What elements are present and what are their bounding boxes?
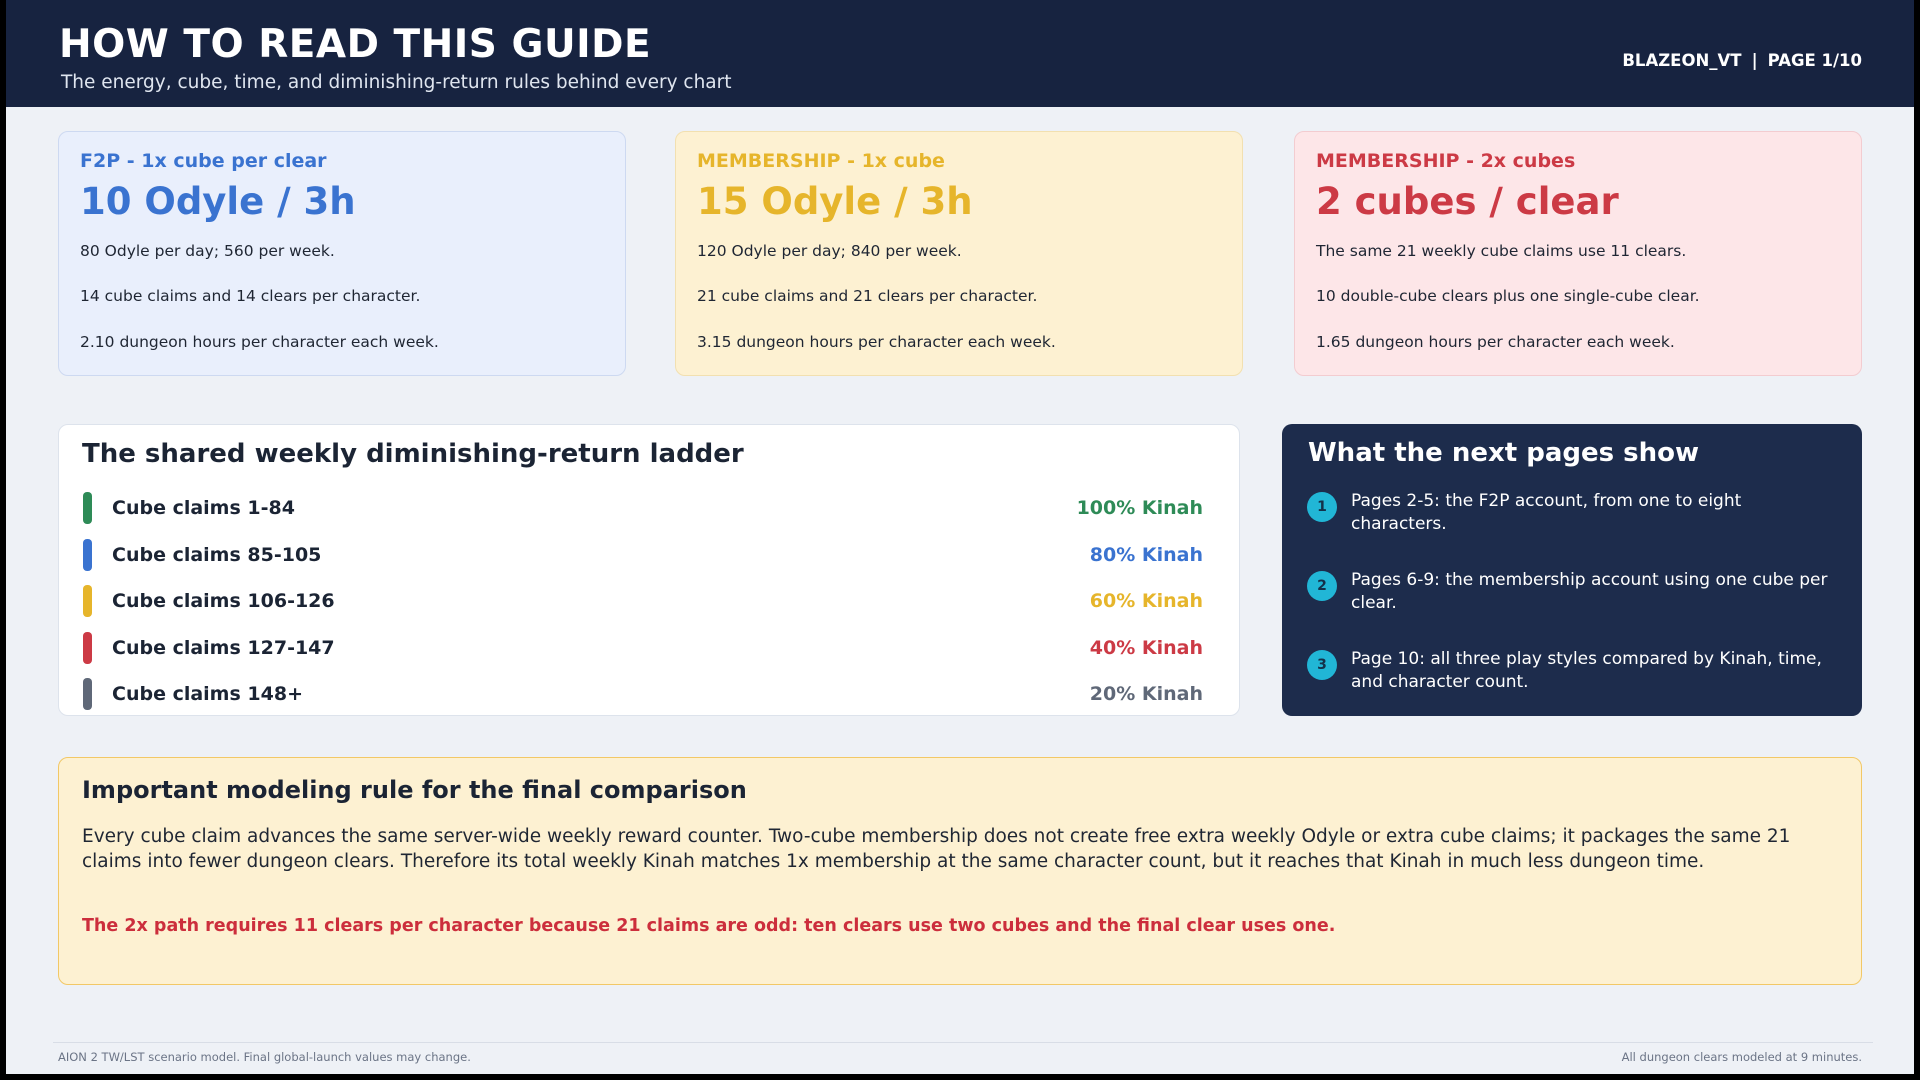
ladder-row: Cube claims 127-147 40% Kinah [83,631,1203,665]
header-meta: BLAZEON_VT | PAGE 1/10 [1622,51,1862,70]
card-kicker: MEMBERSHIP - 2x cubes [1316,150,1576,172]
ladder-row-percent: 40% Kinah [1089,637,1203,659]
card-line: The same 21 weekly cube claims use 11 cl… [1316,242,1687,260]
card-line: 21 cube claims and 21 clears per charact… [697,287,1038,305]
ladder-color-bar [83,632,92,664]
ladder-row-label: Cube claims 127-147 [112,637,335,659]
ladder-color-bar [83,678,92,710]
ladder-color-bar [83,585,92,617]
card-headline: 2 cubes / clear [1316,180,1619,223]
modeling-rule-warning: The 2x path requires 11 clears per chara… [82,916,1336,936]
page-title: HOW TO READ THIS GUIDE [59,22,652,67]
ladder-color-bar [83,539,92,571]
card-line: 14 cube claims and 14 clears per charact… [80,287,421,305]
step-number-badge: 1 [1307,492,1337,522]
card-headline: 15 Odyle / 3h [697,180,973,223]
footer-note: All dungeon clears modeled at 9 minutes. [1621,1050,1862,1064]
step-number-badge: 3 [1307,650,1337,680]
ladder-row-label: Cube claims 85-105 [112,544,322,566]
page-indicator: PAGE 1/10 [1767,51,1862,70]
footer-disclaimer: AION 2 TW/LST scenario model. Final glob… [58,1050,471,1064]
card-membership-2x: MEMBERSHIP - 2x cubes 2 cubes / clear Th… [1294,131,1862,376]
ladder-row-label: Cube claims 1-84 [112,497,295,519]
ladder-row-percent: 60% Kinah [1089,590,1203,612]
card-line: 120 Odyle per day; 840 per week. [697,242,962,260]
step-number-badge: 2 [1307,571,1337,601]
author-label: BLAZEON_VT [1622,51,1742,70]
modeling-rule-panel: Important modeling rule for the final co… [58,757,1862,985]
card-line: 80 Odyle per day; 560 per week. [80,242,335,260]
header-bar: HOW TO READ THIS GUIDE The energy, cube,… [6,0,1914,107]
card-membership-1x: MEMBERSHIP - 1x cube 15 Odyle / 3h 120 O… [675,131,1243,376]
card-line: 3.15 dungeon hours per character each we… [697,333,1056,351]
step-text: Pages 6-9: the membership account using … [1351,570,1828,613]
card-line: 1.65 dungeon hours per character each we… [1316,333,1675,351]
ladder-row: Cube claims 106-126 60% Kinah [83,584,1203,618]
ladder-row-percent: 80% Kinah [1089,544,1203,566]
ladder-row: Cube claims 1-84 100% Kinah [83,491,1203,525]
card-headline: 10 Odyle / 3h [80,180,356,223]
next-pages-panel: What the next pages show 1 Pages 2-5: th… [1282,424,1862,716]
next-pages-title: What the next pages show [1308,438,1700,468]
ladder-row-percent: 20% Kinah [1089,683,1203,705]
ladder-row-label: Cube claims 106-126 [112,590,335,612]
ladder-color-bar [83,492,92,524]
ladder-row-label: Cube claims 148+ [112,683,303,705]
card-f2p: F2P - 1x cube per clear 10 Odyle / 3h 80… [58,131,626,376]
card-line: 10 double-cube clears plus one single-cu… [1316,287,1700,305]
footer-divider [53,1042,1873,1043]
modeling-rule-body: Every cube claim advances the same serve… [82,826,1791,872]
card-line: 2.10 dungeon hours per character each we… [80,333,439,351]
step-text: Page 10: all three play styles compared … [1351,649,1822,692]
diminishing-return-ladder: The shared weekly diminishing-return lad… [58,424,1240,716]
step-text: Pages 2-5: the F2P account, from one to … [1351,491,1742,534]
page-subtitle: The energy, cube, time, and diminishing-… [61,72,732,93]
ladder-row: Cube claims 85-105 80% Kinah [83,538,1203,572]
modeling-rule-title: Important modeling rule for the final co… [82,776,747,804]
ladder-row-percent: 100% Kinah [1076,497,1203,519]
card-kicker: F2P - 1x cube per clear [80,150,327,172]
ladder-title: The shared weekly diminishing-return lad… [82,439,744,469]
page: HOW TO READ THIS GUIDE The energy, cube,… [6,0,1914,1074]
card-kicker: MEMBERSHIP - 1x cube [697,150,945,172]
ladder-row: Cube claims 148+ 20% Kinah [83,677,1203,711]
meta-separator: | [1751,51,1758,70]
